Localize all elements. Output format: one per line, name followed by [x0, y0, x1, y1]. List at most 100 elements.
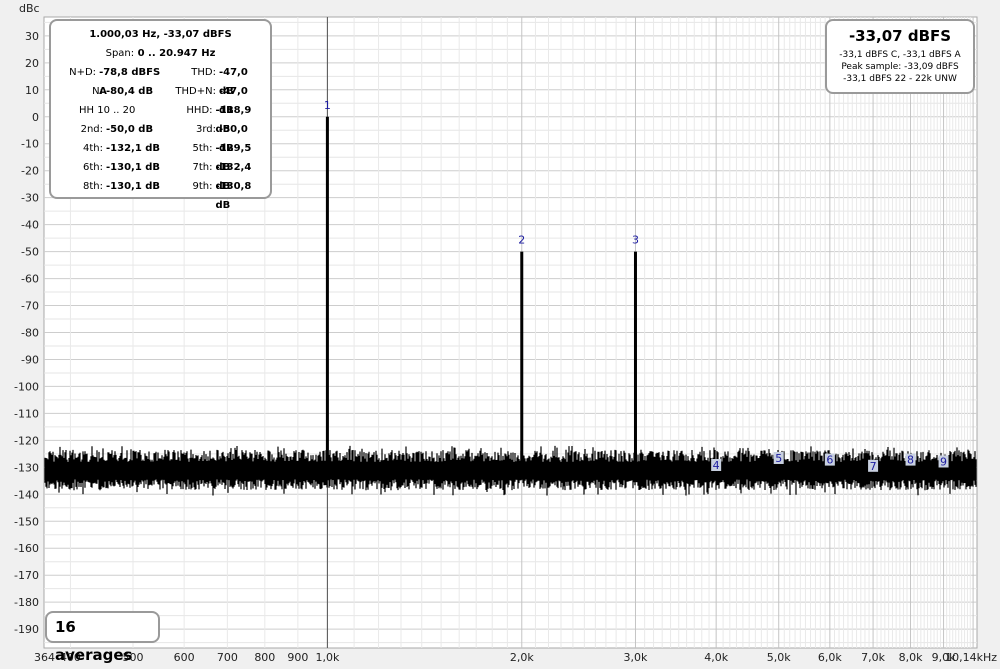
- stat-row: 2nd: -50,0 dB 3rd: -50,0 dB: [57, 120, 265, 154]
- x-tick-label: 4,0k: [704, 651, 728, 664]
- stat-rows: N+D: -78,8 dBFS A THD: -47,0 dB N: -80,4 dB TH…: [57, 63, 265, 211]
- stat-cell: HHD: -118,9 dB: [161, 101, 265, 135]
- y-tick-label: -80: [21, 327, 39, 340]
- stat-value: -50,0 dB: [218, 124, 248, 154]
- stat-value: -47,0 dB: [218, 86, 248, 116]
- y-tick-label: 30: [25, 30, 39, 43]
- harmonic-marker-3: 3: [632, 234, 639, 247]
- harmonic-marker-6: 6: [826, 454, 833, 467]
- stat-value: -130,1 dB: [106, 162, 161, 173]
- span-label: Span:: [105, 48, 135, 59]
- stat-cell: THD: -47,0 dB: [161, 63, 265, 97]
- stat-value: -78,8 dBFS A: [99, 67, 161, 97]
- y-tick-label: -160: [14, 542, 39, 555]
- stat-key: 3rd:: [195, 124, 216, 135]
- x-tick-label: 8,0k: [899, 651, 923, 664]
- stat-row: HH 10 .. 20 HHD: -118,9 dB: [57, 101, 265, 135]
- x-tick-label: 3,0k: [624, 651, 648, 664]
- x-tick-label: 700: [217, 651, 238, 664]
- y-tick-labels: 30 20 10 0 -10 -20 -30 -40 -50 -60 -70 -80 -90 -100 -1…: [14, 30, 39, 636]
- stat-value: -132,1 dB: [106, 143, 161, 154]
- y-tick-label: -180: [14, 596, 39, 609]
- stat-row: 8th: -130,1 dB 9th: -130,8 dB: [57, 177, 265, 211]
- stat-key: 6th:: [83, 162, 103, 173]
- level-unweighted: -33,1 dBFS 22 - 22k UNW: [843, 74, 957, 84]
- harmonic-marker-5: 5: [775, 452, 782, 465]
- y-tick-label: -50: [21, 246, 39, 259]
- stat-row: N: -80,4 dB THD+N: -47,0 dB: [57, 82, 265, 116]
- stat-key: THD:: [191, 67, 216, 78]
- x-tick-label: 6,0k: [818, 651, 842, 664]
- stat-cell: 7th: -132,4 dB: [161, 158, 265, 192]
- x-tick-label: 600: [174, 651, 195, 664]
- stat-cell: 5th: -129,5 dB: [161, 139, 265, 173]
- y-tick-label: -130: [14, 461, 39, 474]
- stat-key: HHD:: [186, 105, 213, 116]
- stat-key: HH 10 .. 20: [79, 105, 136, 116]
- x-tick-labels: 3644005006007008009001,0k2,0k3,0k4,0k5,0…: [34, 651, 997, 664]
- y-tick-label: -100: [14, 380, 39, 393]
- stat-cell: 9th: -130,8 dB: [161, 177, 265, 211]
- y-tick-label: -190: [14, 623, 39, 636]
- y-tick-label: -70: [21, 300, 39, 313]
- stat-row: 4th: -132,1 dB 5th: -129,5 dB: [57, 139, 265, 173]
- stat-cell: HH 10 .. 20: [57, 101, 161, 120]
- level-weighted: -33,1 dBFS C, -33,1 dBFS A: [839, 50, 961, 60]
- fundamental-readout: 1.000,03 Hz, -33,07 dBFS: [89, 29, 232, 40]
- stat-value: -130,1 dB: [106, 181, 161, 192]
- stat-key: 9th:: [192, 181, 213, 192]
- harmonic-marker-9: 9: [940, 455, 947, 468]
- harmonic-marker-8: 8: [907, 454, 914, 467]
- stat-row: N+D: -78,8 dBFS A THD: -47,0 dB: [57, 63, 265, 97]
- y-tick-label: 0: [32, 111, 39, 124]
- stat-value: -80,4 dB: [106, 86, 154, 97]
- stat-key: 7th:: [192, 162, 213, 173]
- stat-value: -47,0 dB: [218, 67, 248, 97]
- stat-key: 4th:: [83, 143, 103, 154]
- stat-key: 2nd:: [80, 124, 103, 135]
- stat-value: -118,9 dB: [215, 105, 252, 135]
- x-tick-label: 900: [287, 651, 308, 664]
- stat-key: THD+N:: [175, 86, 216, 97]
- stat-row: 6th: -130,1 dB 7th: -132,4 dB: [57, 158, 265, 192]
- x-tick-label: 7,0k: [861, 651, 885, 664]
- stat-cell: 8th: -130,1 dB: [57, 177, 161, 196]
- stat-key: 8th:: [83, 181, 103, 192]
- stat-cell: 4th: -132,1 dB: [57, 139, 161, 158]
- y-tick-label: -110: [14, 407, 39, 420]
- stat-cell: N+D: -78,8 dBFS A: [57, 63, 161, 97]
- stat-cell: N: -80,4 dB: [57, 82, 161, 101]
- x-tick-label: 1,0k: [315, 651, 339, 664]
- harmonic-marker-7: 7: [870, 460, 877, 473]
- stat-cell: THD+N: -47,0 dB: [161, 82, 265, 116]
- x-tick-label: 2,0k: [510, 651, 534, 664]
- level-panel: -33,07 dBFS -33,1 dBFS C, -33,1 dBFS A P…: [825, 19, 975, 94]
- level-peak-sample: Peak sample: -33,09 dBFS: [841, 62, 959, 72]
- span-readout: Span: 0 .. 20.947 Hz: [57, 44, 264, 63]
- harmonic-marker-2: 2: [518, 234, 525, 247]
- x-tick-label: 364: [34, 651, 55, 664]
- stat-key: N+D:: [69, 67, 97, 78]
- y-tick-label: -140: [14, 488, 39, 501]
- y-tick-label: -60: [21, 273, 39, 286]
- y-tick-label: 20: [25, 57, 39, 70]
- y-tick-label: -30: [21, 192, 39, 205]
- harmonic-marker-4: 4: [713, 459, 720, 472]
- stat-key: 5th:: [192, 143, 213, 154]
- stat-cell: 3rd: -50,0 dB: [161, 120, 265, 154]
- y-tick-label: -150: [14, 515, 39, 528]
- y-tick-label: -170: [14, 569, 39, 582]
- x-tick-label: 10,14kHz: [945, 651, 997, 664]
- y-tick-label: -120: [14, 434, 39, 447]
- stat-cell: 2nd: -50,0 dB: [57, 120, 161, 139]
- stat-value: -50,0 dB: [106, 124, 154, 135]
- stat-value: -130,8 dB: [215, 181, 252, 211]
- level-main: -33,07 dBFS: [848, 27, 952, 45]
- y-axis-label: dBc: [19, 2, 40, 15]
- x-tick-label: 800: [254, 651, 275, 664]
- y-tick-label: -90: [21, 353, 39, 366]
- stats-panel: 1.000,03 Hz, -33,07 dBFS Span: 0 .. 20.9…: [49, 19, 272, 211]
- y-tick-label: -40: [21, 219, 39, 232]
- span-value: 0 .. 20.947 Hz: [137, 48, 216, 59]
- y-tick-label: 10: [25, 84, 39, 97]
